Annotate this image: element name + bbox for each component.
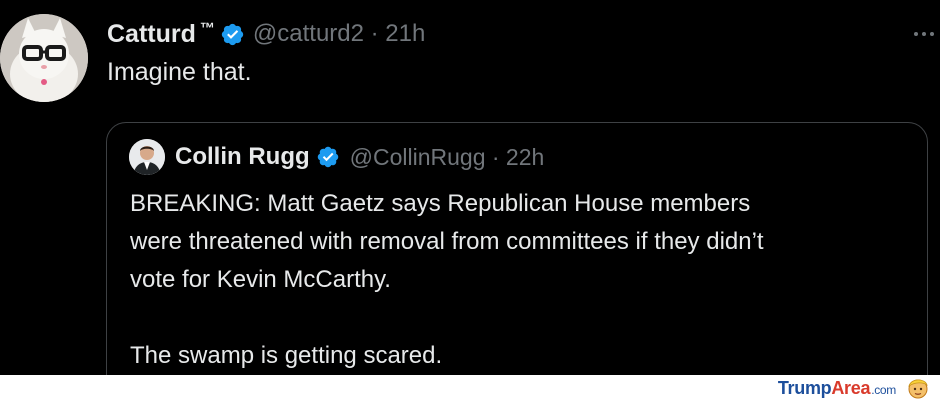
watermark: TrumpArea.com: [778, 375, 930, 401]
watermark-logo-text: TrumpArea.com: [778, 378, 896, 399]
trump-face-icon: [908, 379, 928, 399]
verified-badge-icon: [317, 146, 338, 168]
quoted-tweet-header: Collin Rugg @CollinRugg · 22h: [129, 137, 544, 177]
watermark-part-area: Area: [831, 377, 871, 398]
more-options-icon[interactable]: [914, 28, 940, 40]
tweet-header: Catturd ™ @catturd2 · 21h: [107, 14, 425, 54]
handle-and-time[interactable]: @catturd2 · 21h: [253, 20, 425, 48]
quoted-handle-and-time[interactable]: @CollinRugg · 22h: [350, 144, 545, 171]
tweet-card: Catturd ™ @catturd2 · 21h Imagine that. C…: [0, 0, 940, 375]
quoted-display-name[interactable]: Collin Rugg: [175, 143, 310, 171]
trademark-symbol: ™: [199, 19, 215, 37]
display-name-text: Catturd: [107, 19, 196, 48]
catturd-avatar[interactable]: [0, 14, 88, 102]
display-name[interactable]: Catturd ™: [107, 20, 215, 49]
tweet-text: Imagine that.: [107, 58, 252, 86]
verified-badge-icon: [221, 23, 244, 45]
quoted-tweet-text: BREAKING: Matt Gaetz says Republican Hou…: [130, 190, 764, 369]
watermark-part-trump: Trump: [777, 377, 832, 398]
watermark-part-dotcom: .com: [871, 382, 896, 397]
collin-rugg-avatar[interactable]: [129, 139, 165, 175]
quoted-tweet[interactable]: Collin Rugg @CollinRugg · 22h BREAKING: …: [106, 122, 928, 375]
